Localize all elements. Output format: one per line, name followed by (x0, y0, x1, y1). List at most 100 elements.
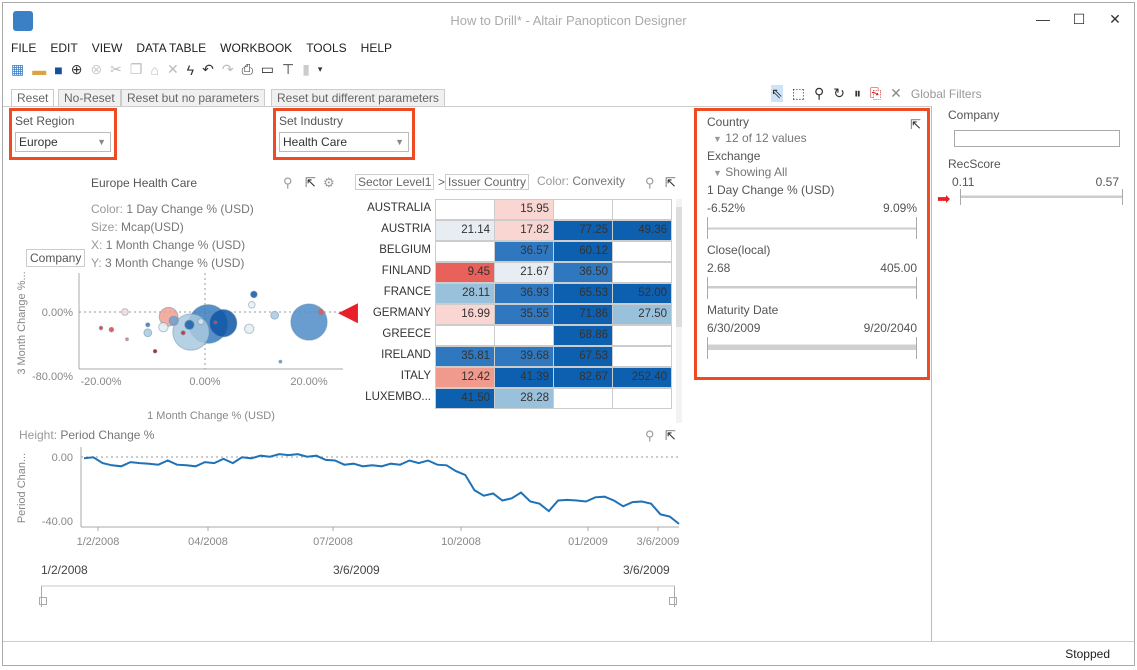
zoom-icon[interactable]: ⚲ (283, 175, 293, 191)
scatter-point[interactable] (185, 320, 194, 329)
heatmap-cell[interactable]: 49.36 (612, 220, 672, 241)
heatmap-cell[interactable]: 28.11 (435, 283, 495, 304)
heatmap-cell[interactable]: 21.67 (494, 262, 554, 283)
heatmap-cell[interactable] (494, 325, 554, 346)
heatmap-cell[interactable]: 65.53 (553, 283, 613, 304)
menu-help[interactable]: HELP (361, 41, 392, 55)
gear-icon[interactable]: ⚙ (323, 175, 335, 191)
ruler-icon[interactable]: ▭ (261, 61, 274, 78)
heatmap-cell[interactable]: 28.28 (494, 388, 554, 409)
heatmap-cell[interactable]: 16.99 (435, 304, 495, 325)
paste-icon[interactable]: ⌂ (150, 62, 158, 78)
heatmap-cell[interactable] (612, 262, 672, 283)
heatmap-cell[interactable]: 36.57 (494, 241, 554, 262)
unpublish-icon[interactable]: ⊗ (90, 61, 102, 78)
save-icon[interactable]: ■ (54, 62, 62, 78)
close-range-slider[interactable] (707, 277, 917, 299)
zoom-icon[interactable]: ⚲ (645, 428, 655, 444)
scatter-point[interactable] (144, 329, 152, 337)
scatter-point[interactable] (126, 338, 129, 341)
tab-no-reset[interactable]: No-Reset (58, 89, 121, 107)
heatmap-cell[interactable] (612, 241, 672, 262)
time-slider[interactable] (41, 585, 675, 607)
heatmap-cell[interactable]: 60.12 (553, 241, 613, 262)
scatter-point[interactable] (159, 323, 168, 332)
delete-icon[interactable]: ✕ (167, 61, 179, 78)
heatmap-cell[interactable]: 68.86 (553, 325, 613, 346)
heatmap-cell[interactable]: 12.42 (435, 367, 495, 388)
scatter-chart[interactable]: -20.00%0.00%20.00%0.00%-80.00%1 Month Ch… (3, 263, 353, 428)
scatter-point[interactable] (99, 326, 103, 330)
tab-reset[interactable]: Reset (11, 89, 54, 107)
pause-icon[interactable]: ⏸ (854, 85, 861, 102)
scatter-point[interactable] (318, 309, 324, 315)
heatmap-cell[interactable]: 82.67 (553, 367, 613, 388)
heatmap-cell[interactable]: 21.14 (435, 220, 495, 241)
breadcrumb-country[interactable]: Issuer Country (445, 174, 529, 190)
scatter-point[interactable] (122, 309, 129, 316)
presentation-icon[interactable]: ⊤ (282, 61, 294, 78)
open-icon[interactable]: ▬ (32, 62, 46, 78)
heatmap-cell[interactable]: 77.25 (553, 220, 613, 241)
tab-reset-no-params[interactable]: Reset but no parameters (121, 89, 265, 107)
line-chart[interactable]: 0.00-40.001/2/200804/200807/200810/20080… (3, 443, 693, 553)
scatter-point[interactable] (248, 301, 255, 308)
menu-file[interactable]: FILE (11, 41, 36, 55)
popout-icon[interactable]: ⇱ (665, 175, 676, 191)
menu-data-table[interactable]: DATA TABLE (136, 41, 206, 55)
day-change-range-slider[interactable] (707, 217, 917, 239)
scatter-point[interactable] (214, 321, 217, 324)
menu-workbook[interactable]: WORKBOOK (220, 41, 292, 55)
copy-icon[interactable]: ❐ (130, 61, 143, 78)
scatter-point[interactable] (153, 349, 157, 353)
heatmap-cell[interactable] (612, 325, 672, 346)
close-button[interactable]: ✕ (1100, 11, 1130, 28)
print-icon[interactable]: ⎙ (242, 61, 253, 78)
heatmap-cell[interactable] (435, 241, 495, 262)
zoom-icon[interactable]: ⚲ (645, 175, 655, 191)
heatmap-cell[interactable] (435, 199, 495, 220)
region-select[interactable]: Europe▼ (15, 132, 111, 152)
maximize-button[interactable]: ☐ (1064, 11, 1094, 28)
recscore-range-slider[interactable] (960, 189, 1123, 205)
new-workbook-icon[interactable]: ▦ (11, 61, 24, 78)
heatmap-cell[interactable] (612, 199, 672, 220)
breadcrumb-sector[interactable]: Sector Level1 (355, 174, 434, 190)
heatmap-cell[interactable]: 41.50 (435, 388, 495, 409)
heatmap-cell[interactable] (553, 199, 613, 220)
refresh-icon[interactable]: ↻ (833, 85, 845, 102)
zoom-icon[interactable]: ⚲ (814, 85, 824, 102)
popout-icon[interactable]: ⇱ (305, 175, 316, 191)
scatter-point[interactable] (251, 291, 258, 298)
more-icon[interactable]: ▾ (318, 64, 323, 75)
heatmap-cell[interactable] (435, 325, 495, 346)
redo-icon[interactable]: ↷ (222, 61, 234, 78)
scatter-point[interactable] (181, 331, 185, 335)
heatmap-cell[interactable] (612, 388, 672, 409)
heatmap-cell[interactable]: 41.39 (494, 367, 554, 388)
heatmap-cell[interactable]: 15.95 (494, 199, 554, 220)
marquee-icon[interactable]: ⬚ (792, 85, 805, 102)
pointer-icon[interactable]: ⇖ (771, 85, 783, 102)
heatmap-cell[interactable]: 252.40 (612, 367, 672, 388)
undo-icon[interactable]: ↶ (202, 61, 214, 78)
scatter-point[interactable] (271, 311, 279, 319)
popout-icon[interactable]: ⇱ (665, 428, 676, 444)
bookmark-icon[interactable]: ▮ (302, 61, 310, 78)
scatter-point[interactable] (146, 323, 150, 327)
menu-edit[interactable]: EDIT (50, 41, 77, 55)
slider-handle-right[interactable] (669, 597, 677, 605)
heatmap-cell[interactable]: 52.00 (612, 283, 672, 304)
scatter-point[interactable] (198, 319, 204, 325)
pdf-icon[interactable]: ⎘ (870, 85, 881, 102)
menu-tools[interactable]: TOOLS (306, 41, 346, 55)
cut-icon[interactable]: ✂ (110, 61, 122, 78)
popout-icon[interactable]: ⇱ (910, 117, 921, 133)
heatmap-cell[interactable] (553, 388, 613, 409)
scatter-point[interactable] (169, 316, 178, 325)
clear-filters-icon[interactable]: ✕ (890, 85, 902, 102)
country-filter[interactable]: ▼ 12 of 12 values (707, 131, 917, 145)
heatmap-cell[interactable]: 35.55 (494, 304, 554, 325)
heatmap-cell[interactable]: 39.68 (494, 346, 554, 367)
heatmap-cell[interactable]: 27.50 (612, 304, 672, 325)
